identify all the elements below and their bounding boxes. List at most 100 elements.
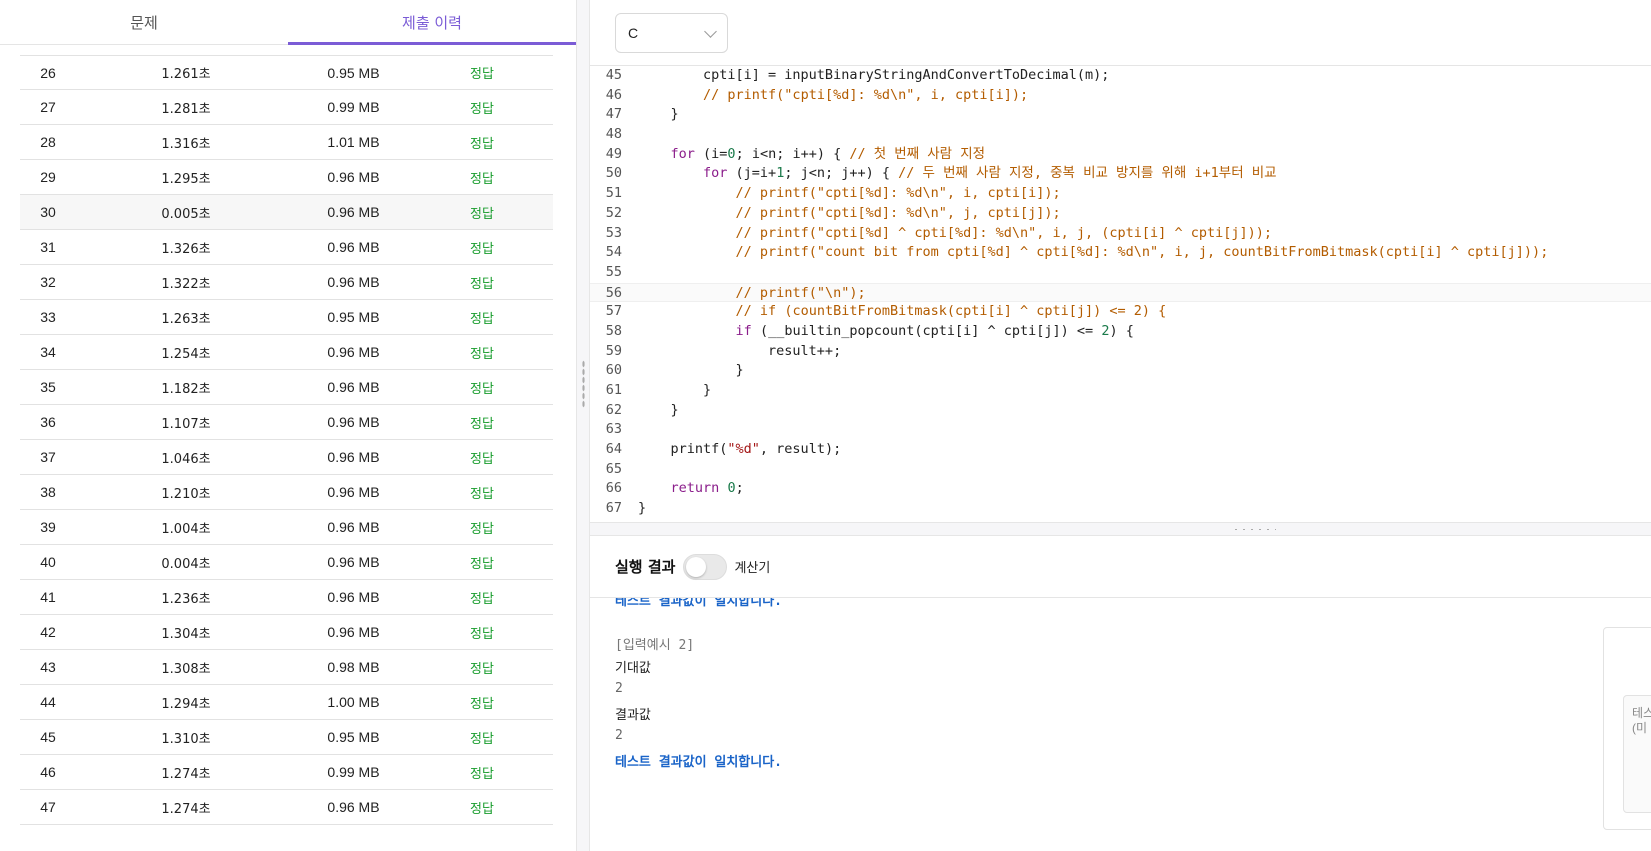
code-line[interactable]: 52 // printf("cpti[%d]: %d\n", j, cpti[j…	[590, 204, 1651, 224]
submission-time: 1.254초	[161, 346, 211, 362]
table-row[interactable]: 33 1.263초 0.95 MB 정답	[20, 300, 553, 335]
table-row[interactable]: 47 1.274초 0.96 MB 정답	[20, 790, 553, 825]
line-number: 45	[605, 67, 622, 83]
table-row[interactable]: 42 1.304초 0.96 MB 정답	[20, 615, 553, 650]
table-row[interactable]: 36 1.107초 0.96 MB 정답	[20, 405, 553, 440]
table-row[interactable]: 39 1.004초 0.96 MB 정답	[20, 510, 553, 545]
previous-ok-message: 테스트 결과값이 일치합니다.	[615, 598, 783, 609]
submission-number: 32	[40, 274, 56, 290]
code-line[interactable]: 66 return 0;	[590, 479, 1651, 499]
table-row[interactable]: 40 0.004초 0.96 MB 정답	[20, 545, 553, 580]
submission-number: 35	[40, 379, 56, 395]
submission-result: 정답	[470, 381, 494, 397]
submission-number: 34	[40, 344, 56, 360]
code-line[interactable]: 47 }	[590, 105, 1651, 125]
code-line[interactable]: 59 result++;	[590, 342, 1651, 362]
table-row[interactable]: 32 1.322초 0.96 MB 정답	[20, 265, 553, 300]
code-editor[interactable]: 45 cpti[i] = inputBinaryStringAndConvert…	[590, 66, 1651, 522]
submission-memory: 0.95 MB	[327, 729, 380, 745]
submission-memory: 0.96 MB	[327, 379, 380, 395]
line-number: 55	[605, 263, 622, 280]
submission-time: 1.004초	[161, 521, 211, 537]
table-row[interactable]: 45 1.310초 0.95 MB 정답	[20, 720, 553, 755]
submission-memory: 0.96 MB	[327, 449, 380, 465]
submission-result: 정답	[470, 346, 494, 362]
code-line[interactable]: 67}	[590, 499, 1651, 519]
submission-time: 1.310초	[161, 731, 211, 747]
code-line[interactable]: 46 // printf("cpti[%d]: %d\n", i, cpti[i…	[590, 86, 1651, 106]
table-row[interactable]: 37 1.046초 0.96 MB 정답	[20, 440, 553, 475]
line-number: 56	[605, 284, 622, 301]
submission-time: 1.236초	[161, 591, 211, 607]
code-line[interactable]: 48	[590, 125, 1651, 145]
table-row[interactable]: 31 1.326초 0.96 MB 정답	[20, 230, 553, 265]
submission-result: 정답	[470, 416, 494, 432]
submission-number: 37	[40, 449, 56, 465]
line-number: 66	[605, 480, 622, 497]
test-input-field[interactable]: 테스 (미	[1623, 695, 1651, 813]
code-line[interactable]: 62 }	[590, 401, 1651, 421]
line-number: 51	[605, 185, 622, 202]
code-text: // printf("cpti[%d]: %d\n", j, cpti[j]);	[735, 204, 1061, 221]
editor-toolbar: C	[590, 0, 1651, 66]
line-number: 53	[605, 224, 622, 241]
line-number: 64	[605, 441, 622, 458]
submission-result: 정답	[470, 276, 494, 292]
code-line[interactable]: 54 // printf("count bit from cpti[%d] ^ …	[590, 243, 1651, 263]
tab-submission-history[interactable]: 제출 이력	[288, 0, 576, 45]
code-line[interactable]: 56 // printf("\n");	[590, 282, 1651, 303]
table-row[interactable]: 30 0.005초 0.96 MB 정답	[20, 195, 553, 230]
code-line[interactable]: 51 // printf("cpti[%d]: %d\n", i, cpti[i…	[590, 184, 1651, 204]
submission-table: 26 1.261초 0.95 MB 정답 27 1.281초 0.99 MB 정답 28 1.31…	[20, 55, 553, 825]
code-line[interactable]: 49 for (i=0; i<n; i++) { // 첫 번째 사람 지정	[590, 145, 1651, 165]
code-line[interactable]: 63	[590, 420, 1651, 440]
code-line[interactable]: 50 for (j=i+1; j<n; j++) { // 두 번째 사람 지정…	[590, 164, 1651, 184]
table-row[interactable]: 27 1.281초 0.99 MB 정답	[20, 90, 553, 125]
code-line[interactable]: 57 // if (countBitFromBitmask(cpti[i] ^ …	[590, 302, 1651, 322]
code-line[interactable]: 65	[590, 460, 1651, 480]
language-select[interactable]: C	[615, 13, 728, 53]
line-number: 47	[605, 106, 622, 123]
table-row[interactable]: 44 1.294초 1.00 MB 정답	[20, 685, 553, 720]
submission-number: 33	[40, 309, 56, 325]
tab-problem[interactable]: 문제	[0, 0, 288, 45]
table-row[interactable]: 34 1.254초 0.96 MB 정답	[20, 335, 553, 370]
table-row[interactable]: 29 1.295초 0.96 MB 정답	[20, 160, 553, 195]
table-row[interactable]: 41 1.236초 0.96 MB 정답	[20, 580, 553, 615]
submission-result: 정답	[470, 521, 494, 537]
submission-result: 정답	[470, 731, 494, 747]
table-row[interactable]: 46 1.274초 0.99 MB 정답	[20, 755, 553, 790]
code-line[interactable]: 53 // printf("cpti[%d] ^ cpti[%d]: %d\n"…	[590, 224, 1651, 244]
code-line[interactable]: 55	[590, 263, 1651, 283]
submission-time: 1.308초	[161, 661, 211, 677]
submission-memory: 0.96 MB	[327, 799, 380, 815]
submission-time: 1.304초	[161, 626, 211, 642]
code-text: cpti[i] = inputBinaryStringAndConvertToD…	[638, 67, 1110, 83]
submission-result: 정답	[470, 171, 494, 187]
line-number: 49	[605, 145, 622, 162]
calculator-toggle[interactable]	[683, 553, 728, 580]
code-line[interactable]: 64 printf("%d", result);	[590, 440, 1651, 460]
tab-bar: 문제 제출 이력	[0, 0, 576, 45]
table-row[interactable]: 38 1.210초 0.96 MB 정답	[20, 475, 553, 510]
submission-number: 39	[40, 519, 56, 535]
table-row[interactable]: 26 1.261초 0.95 MB 정답	[20, 55, 553, 90]
code-text: // printf("cpti[%d]: %d\n", i, cpti[i]);	[735, 185, 1061, 202]
submission-number: 40	[40, 554, 56, 570]
submission-result: 정답	[470, 101, 494, 117]
submission-memory: 0.96 MB	[327, 484, 380, 500]
vertical-splitter[interactable]	[576, 0, 590, 851]
horizontal-splitter[interactable]	[590, 522, 1651, 536]
table-row[interactable]: 43 1.308초 0.98 MB 정답	[20, 650, 553, 685]
code-line[interactable]: 60 }	[590, 361, 1651, 381]
table-row[interactable]: 35 1.182초 0.96 MB 정답	[20, 370, 553, 405]
code-line[interactable]: 61 }	[590, 381, 1651, 401]
submission-time: 1.046초	[161, 451, 211, 467]
code-line[interactable]: 45 cpti[i] = inputBinaryStringAndConvert…	[590, 66, 1651, 86]
code-text: // if (countBitFromBitmask(cpti[i] ^ cpt…	[735, 303, 1167, 320]
table-row[interactable]: 28 1.316초 1.01 MB 정답	[20, 125, 553, 160]
line-number: 60	[605, 362, 622, 379]
code-line[interactable]: 58 if (__builtin_popcount(cpti[i] ^ cpti…	[590, 322, 1651, 342]
submission-time: 1.281초	[161, 101, 211, 117]
submission-memory: 0.96 MB	[327, 624, 380, 640]
